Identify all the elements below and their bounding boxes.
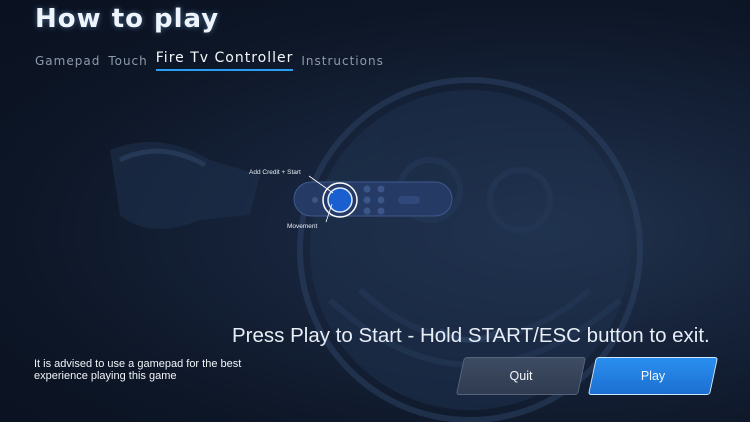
page-title: How to play: [35, 4, 220, 34]
tab-touch[interactable]: Touch: [108, 54, 147, 71]
callout-start-label: Add Credit + Start: [249, 169, 301, 176]
tab-fire-tv-controller[interactable]: Fire Tv Controller: [155, 50, 294, 71]
instruction-headline: Press Play to Start - Hold START/ESC but…: [232, 324, 710, 347]
play-button-label: Play: [640, 369, 666, 383]
play-button[interactable]: Play: [587, 357, 719, 395]
tab-bar: Gamepad Touch Fire Tv Controller Instruc…: [35, 50, 384, 71]
quit-button-label: Quit: [509, 369, 533, 383]
gamepad-advice-text: It is advised to use a gamepad for the b…: [34, 358, 242, 382]
fire-tv-remote-diagram: Add Credit + Start Movement: [230, 160, 470, 240]
tab-gamepad[interactable]: Gamepad: [35, 54, 100, 71]
callout-movement-label: Movement: [287, 223, 318, 230]
quit-button[interactable]: Quit: [455, 357, 587, 395]
tab-instructions[interactable]: Instructions: [301, 54, 383, 71]
